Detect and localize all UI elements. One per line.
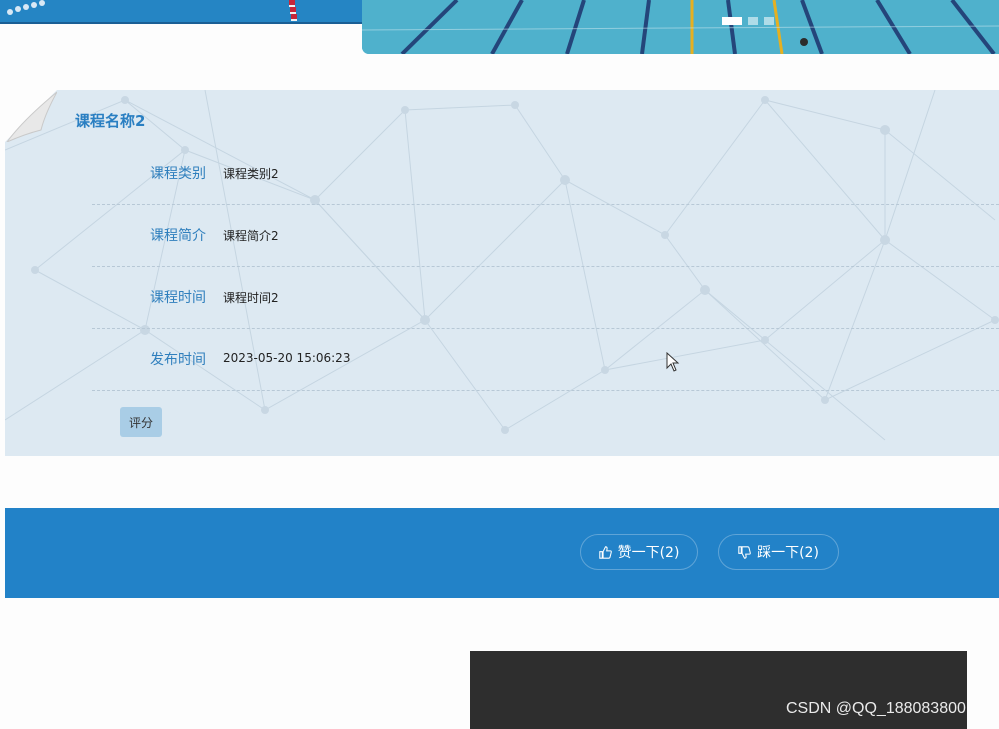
carousel-banner[interactable]	[362, 0, 999, 54]
field-label: 发布时间	[150, 352, 206, 368]
pool-lane-image	[0, 0, 365, 24]
dislike-button[interactable]: 踩一下(2)	[718, 534, 839, 570]
field-value: 课程简介2	[223, 229, 279, 243]
thumbs-down-icon	[738, 545, 751, 559]
field-value: 课程类别2	[223, 167, 279, 181]
carousel-dot-3[interactable]	[764, 17, 774, 25]
field-label: 课程简介	[150, 228, 206, 244]
field-value: 课程时间2	[223, 291, 279, 305]
carousel-dot-1[interactable]	[722, 17, 742, 25]
carousel-dot-2[interactable]	[748, 17, 758, 25]
field-value: 2023-05-20 15:06:23	[223, 351, 351, 365]
like-button[interactable]: 赞一下(2)	[580, 534, 698, 570]
page-curl-corner	[5, 90, 57, 142]
pool-lanes-image	[362, 0, 999, 54]
course-title: 课程名称2	[75, 112, 146, 130]
field-row-category: 课程类别 课程类别2	[92, 143, 999, 205]
field-row-published: 发布时间 2023-05-20 15:06:23	[92, 329, 999, 391]
field-label: 课程类别	[150, 166, 206, 182]
field-row-intro: 课程简介 课程简介2	[92, 205, 999, 267]
dislike-label: 踩一下(2)	[757, 545, 819, 561]
watermark-text: CSDN @QQ_188083800	[786, 700, 966, 717]
field-label: 课程时间	[150, 290, 206, 306]
header-image-left	[0, 0, 365, 24]
thumbs-up-icon	[598, 545, 612, 559]
rate-button[interactable]: 评分	[120, 407, 162, 437]
mouse-cursor-icon	[666, 352, 680, 372]
carousel-indicators	[722, 17, 774, 25]
field-row-time: 课程时间 课程时间2	[92, 267, 999, 329]
vote-bar	[5, 508, 999, 598]
like-label: 赞一下(2)	[617, 545, 680, 561]
